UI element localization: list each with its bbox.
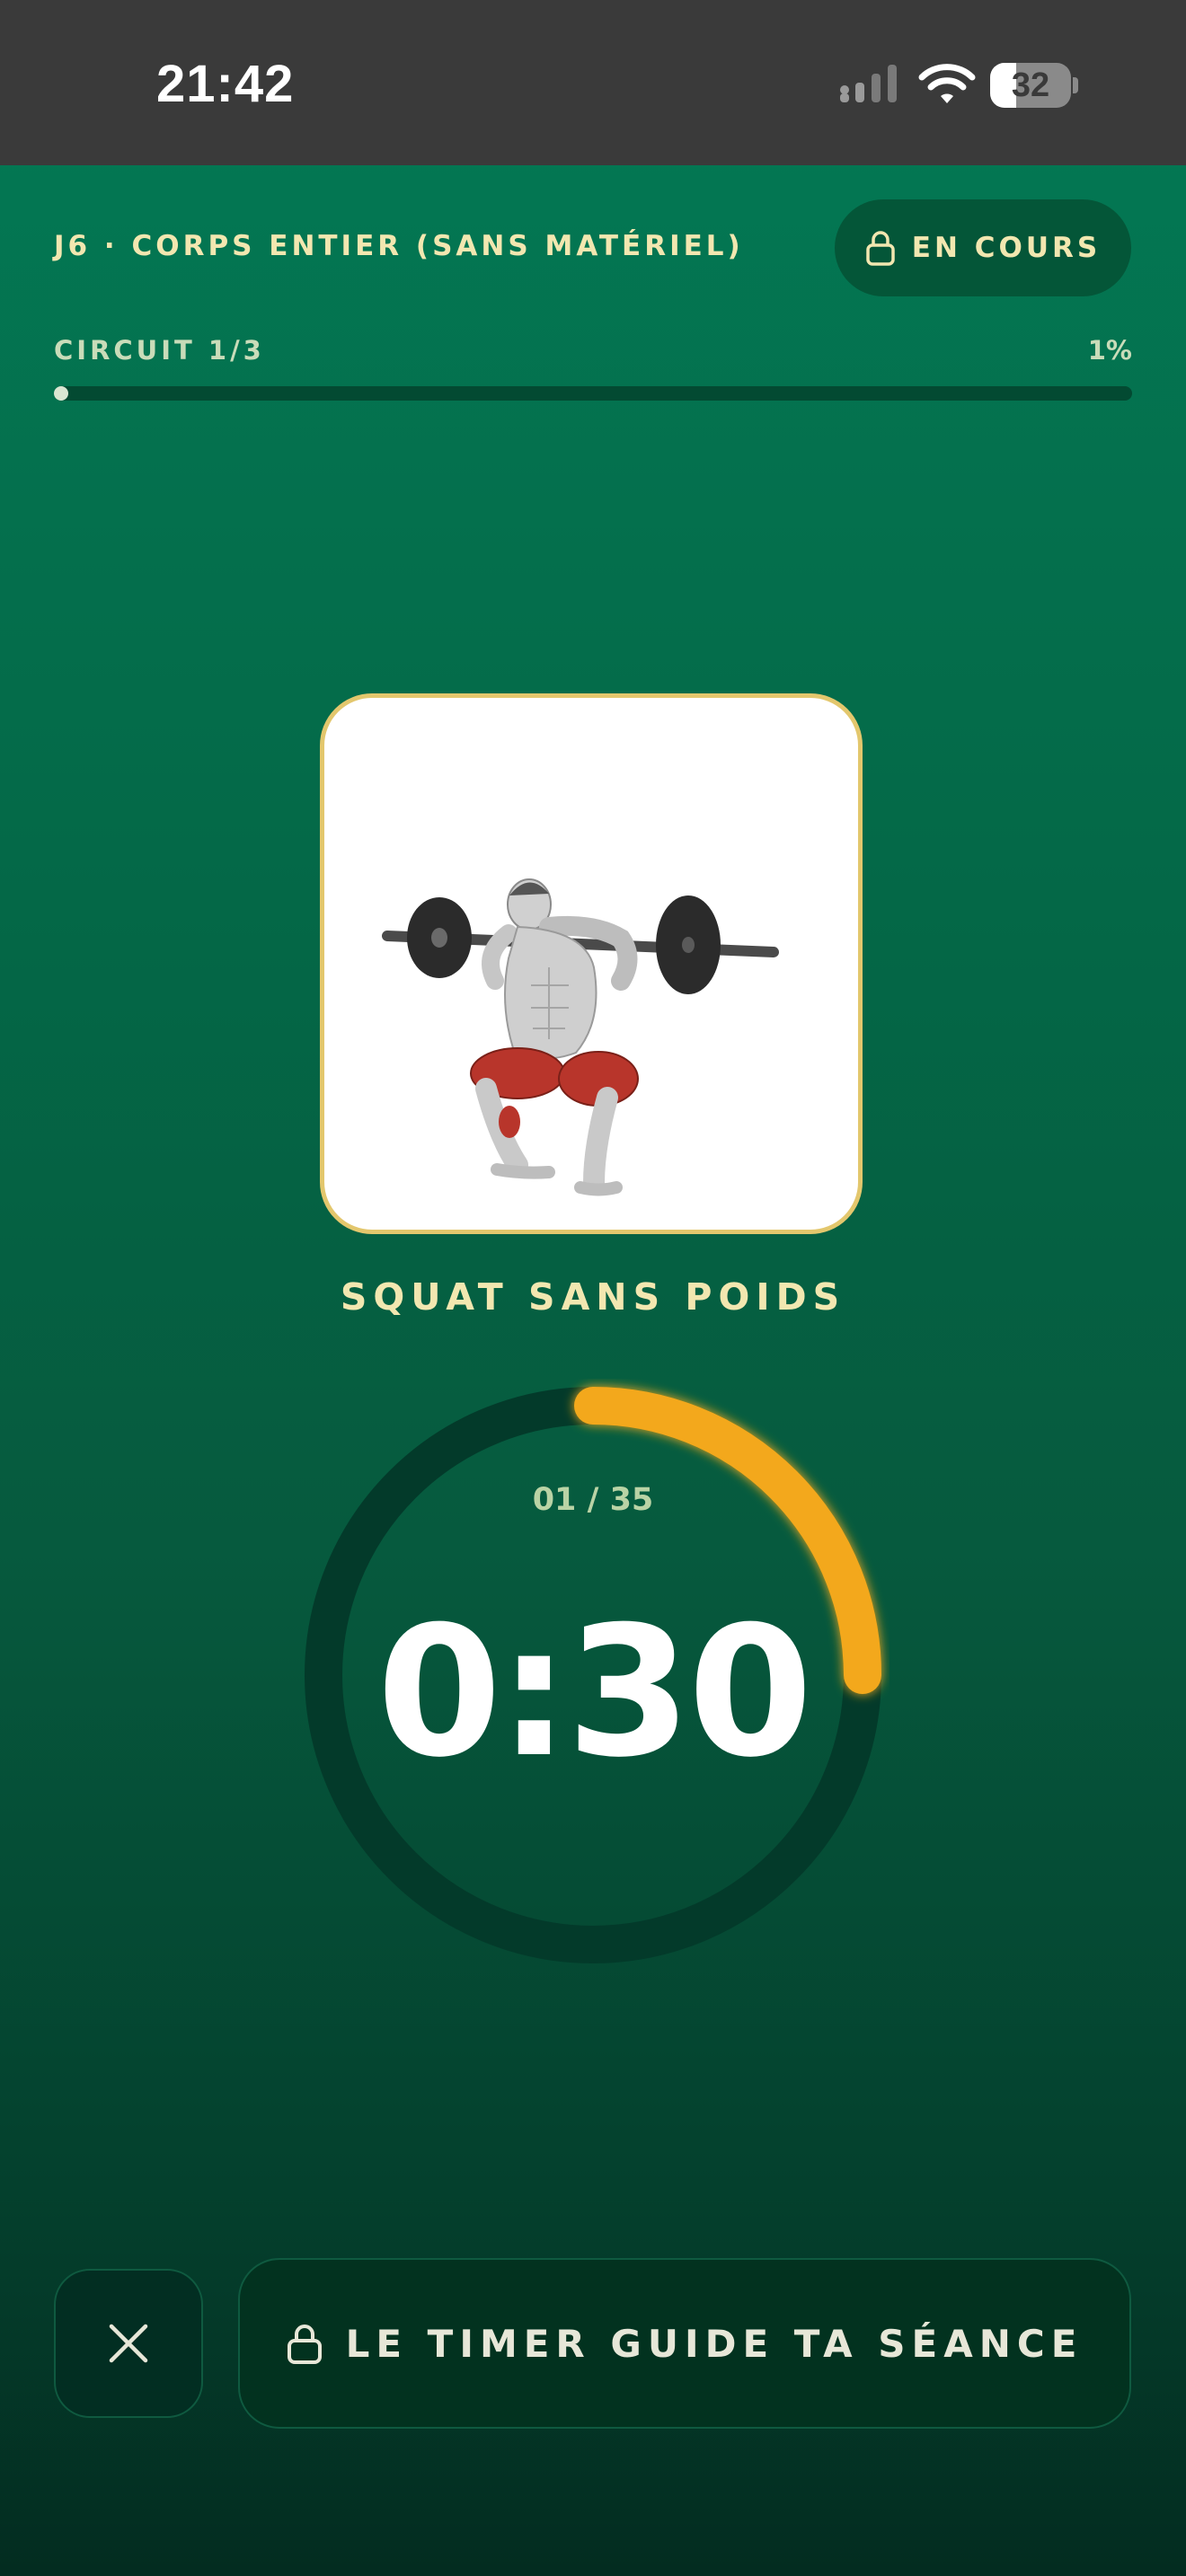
battery-body: 32 bbox=[990, 63, 1071, 108]
close-button[interactable] bbox=[54, 2269, 203, 2418]
status-time: 21:42 bbox=[156, 55, 295, 113]
squat-illustration bbox=[382, 878, 779, 1196]
lock-icon bbox=[287, 2325, 322, 2364]
progress-fill bbox=[54, 386, 68, 401]
close-icon bbox=[109, 2324, 148, 2363]
battery-level: 32 bbox=[1011, 66, 1050, 104]
workout-screen: 21:42 32 J6 · CORPS ENTIER (SANS MATÉRIE… bbox=[0, 0, 1186, 2576]
rep-counter: 01 / 35 bbox=[532, 1482, 654, 1518]
status-bar: 21:42 32 bbox=[0, 0, 1186, 165]
session-title: J6 · CORPS ENTIER (SANS MATÉRIEL) bbox=[54, 230, 744, 262]
battery-tip bbox=[1073, 77, 1078, 93]
timer-guide-button[interactable]: LE TIMER GUIDE TA SÉANCE bbox=[238, 2258, 1131, 2429]
exercise-name: SQUAT SANS POIDS bbox=[340, 1275, 846, 1319]
timer-ring: 01 / 35 0:30 bbox=[296, 1379, 890, 1972]
timer-value: 0:30 bbox=[376, 1588, 812, 1797]
status-pill-label: EN COURS bbox=[911, 232, 1102, 264]
progress-bar bbox=[54, 386, 1132, 401]
battery-icon: 32 bbox=[990, 63, 1078, 108]
exercise-image-card bbox=[320, 693, 863, 1234]
wifi-icon bbox=[918, 64, 976, 103]
circuit-label: CIRCUIT 1/3 bbox=[54, 335, 265, 366]
timer-guide-label: LE TIMER GUIDE TA SÉANCE bbox=[345, 2321, 1084, 2366]
lock-icon bbox=[866, 231, 895, 266]
signal-icon bbox=[840, 65, 897, 102]
status-pill[interactable]: EN COURS bbox=[835, 199, 1131, 296]
progress-percent: 1% bbox=[1087, 335, 1132, 366]
